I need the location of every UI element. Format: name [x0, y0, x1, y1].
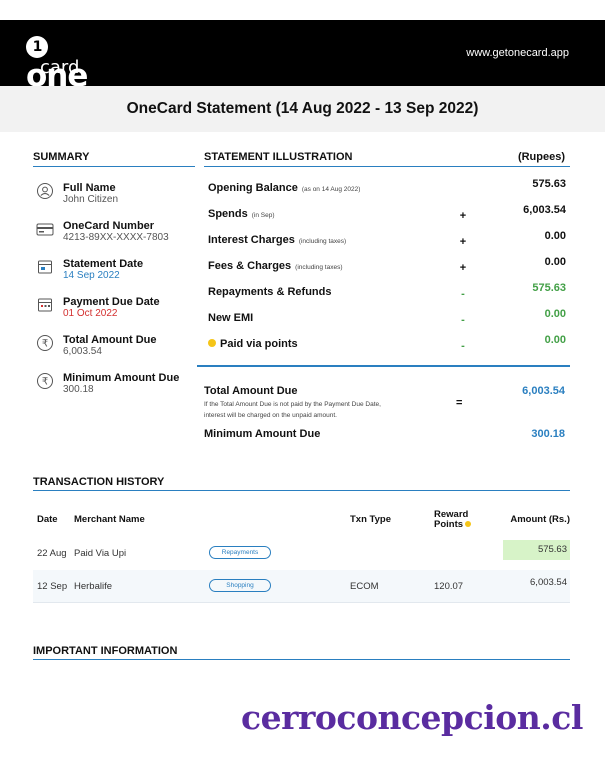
row-label: Paid via points	[220, 338, 298, 350]
points-coin-icon	[465, 521, 472, 527]
summary-value: John Citizen	[63, 194, 119, 205]
transactions-divider	[33, 490, 570, 491]
row-amount: 0.00	[544, 308, 566, 320]
category-tag: Repayments	[209, 546, 271, 559]
row-operator: -	[461, 288, 465, 300]
summary-full-name: Full Name John Citizen	[36, 182, 196, 218]
col-reward-points: Reward Points	[434, 510, 480, 530]
illustration-row-paid-via-points: Paid via points - 0.00	[208, 334, 568, 356]
points-coin-icon	[208, 339, 216, 347]
calendar-icon	[38, 298, 52, 312]
row-label: Repayments & Refunds	[208, 286, 332, 298]
row-label: Opening Balance	[208, 182, 298, 194]
total-divider	[197, 365, 570, 367]
row-sublabel: (as on 14 Aug 2022)	[301, 186, 361, 193]
row-operator: +	[459, 262, 467, 274]
statement-icon	[38, 260, 52, 274]
summary-statement-date: Statement Date 14 Sep 2022	[36, 258, 196, 294]
summary-label: Full Name	[63, 182, 116, 194]
illustration-row-spends: Spends (in Sep) + 6,003.54	[208, 204, 568, 226]
txn-amount: 6,003.54	[530, 577, 567, 588]
header-bar: 1one card www.getonecard.app	[0, 20, 605, 92]
page-title: OneCard Statement (14 Aug 2022 - 13 Sep …	[126, 100, 479, 117]
user-icon	[37, 183, 53, 199]
summary-minimum-amount-due: ₹ Minimum Amount Due 300.18	[36, 372, 196, 408]
summary-label: Total Amount Due	[63, 334, 157, 346]
total-equals-operator: =	[456, 397, 463, 409]
illustration-heading: STATEMENT ILLUSTRATION	[204, 151, 353, 163]
illustration-row-opening-balance: Opening Balance (as on 14 Aug 2022) 575.6…	[208, 178, 568, 200]
illustration-divider	[204, 166, 570, 167]
important-heading: IMPORTANT INFORMATION	[33, 645, 178, 657]
summary-label: Minimum Amount Due	[63, 372, 180, 384]
txn-type: ECOM	[350, 581, 379, 592]
col-txn-type: Txn Type	[350, 514, 391, 525]
watermark: cerroconcepcion.cl	[241, 698, 583, 737]
table-row: 12 Sep Herbalife Shopping ECOM 120.07 6,…	[33, 570, 570, 603]
row-amount: 0.00	[544, 334, 566, 346]
summary-label: OneCard Number	[63, 220, 155, 232]
svg-text:₹: ₹	[42, 377, 48, 388]
row-amount: 6,003.54	[523, 204, 566, 216]
row-operator: +	[459, 236, 467, 248]
total-amount-due-value: 6,003.54	[522, 385, 565, 397]
txn-merchant: Paid Via Upi	[74, 548, 127, 559]
row-label: Interest Charges	[208, 234, 295, 246]
row-amount: 0.00	[544, 256, 566, 268]
row-label: New EMI	[208, 312, 254, 324]
illustration-row-interest: Interest Charges (including taxes) + 0.00	[208, 230, 568, 252]
table-row: 22 Aug Paid Via Upi Repayments 575.63	[33, 537, 570, 570]
summary-payment-due-date: Payment Due Date 01 Oct 2022	[36, 296, 196, 332]
category-tag: Shopping	[209, 579, 271, 592]
col-amount: Amount (Rs.)	[510, 514, 570, 525]
illustration-row-fees: Fees & Charges (including taxes) + 0.00	[208, 256, 568, 278]
row-amount: 575.63	[532, 178, 566, 190]
summary-value: 01 Oct 2022	[63, 308, 118, 319]
txn-date: 22 Aug	[37, 548, 67, 559]
row-operator: -	[461, 340, 465, 352]
row-operator: -	[461, 314, 465, 326]
summary-value: 300.18	[63, 384, 94, 395]
illustration-unit: (Rupees)	[517, 151, 565, 163]
summary-divider	[33, 166, 195, 167]
summary-value: 6,003.54	[63, 346, 102, 357]
logo-card-text: card	[40, 57, 80, 78]
row-sublabel: (in Sep)	[251, 212, 275, 219]
website-link[interactable]: www.getonecard.app	[466, 47, 569, 59]
rupee-icon: ₹	[37, 373, 53, 389]
txn-amount: 575.63	[503, 540, 570, 560]
illustration-row-repayments: Repayments & Refunds - 575.63	[208, 282, 568, 304]
txn-merchant: Herbalife	[74, 581, 113, 592]
col-date: Date	[37, 514, 58, 525]
svg-text:₹: ₹	[42, 339, 48, 350]
txn-date: 12 Sep	[37, 581, 68, 592]
title-band: OneCard Statement (14 Aug 2022 - 13 Sep …	[0, 86, 605, 132]
illustration-row-new-emi: New EMI - 0.00	[208, 308, 568, 330]
onecard-logo: 1one card	[26, 28, 106, 92]
col-merchant: Merchant Name	[74, 514, 145, 525]
row-amount: 0.00	[544, 230, 566, 242]
rupee-icon: ₹	[37, 335, 53, 351]
row-operator: +	[459, 210, 467, 222]
total-amount-due-label: Total Amount Due	[204, 385, 298, 397]
transactions-heading: TRANSACTION HISTORY	[33, 476, 165, 488]
summary-card-number: OneCard Number 4213-89XX-XXXX-7803	[36, 220, 196, 256]
row-sublabel: (including taxes)	[298, 238, 347, 245]
summary-heading: SUMMARY	[33, 151, 90, 163]
summary-total-amount-due: ₹ Total Amount Due 6,003.54	[36, 334, 196, 370]
row-amount: 575.63	[532, 282, 566, 294]
summary-value: 4213-89XX-XXXX-7803	[63, 232, 169, 243]
important-divider	[33, 659, 570, 660]
summary-value: 14 Sep 2022	[63, 270, 120, 281]
row-sublabel: (including taxes)	[295, 264, 343, 271]
row-label: Fees & Charges	[208, 260, 292, 272]
row-label: Spends	[208, 208, 248, 220]
txn-reward: 120.07	[434, 581, 464, 592]
minimum-amount-due-value: 300.18	[531, 428, 565, 440]
summary-label: Statement Date	[63, 258, 144, 270]
total-amount-due-note: If the Total Amount Due is not paid by t…	[204, 401, 381, 419]
card-icon	[36, 223, 54, 236]
minimum-amount-due-label: Minimum Amount Due	[204, 428, 321, 440]
summary-label: Payment Due Date	[63, 296, 160, 308]
